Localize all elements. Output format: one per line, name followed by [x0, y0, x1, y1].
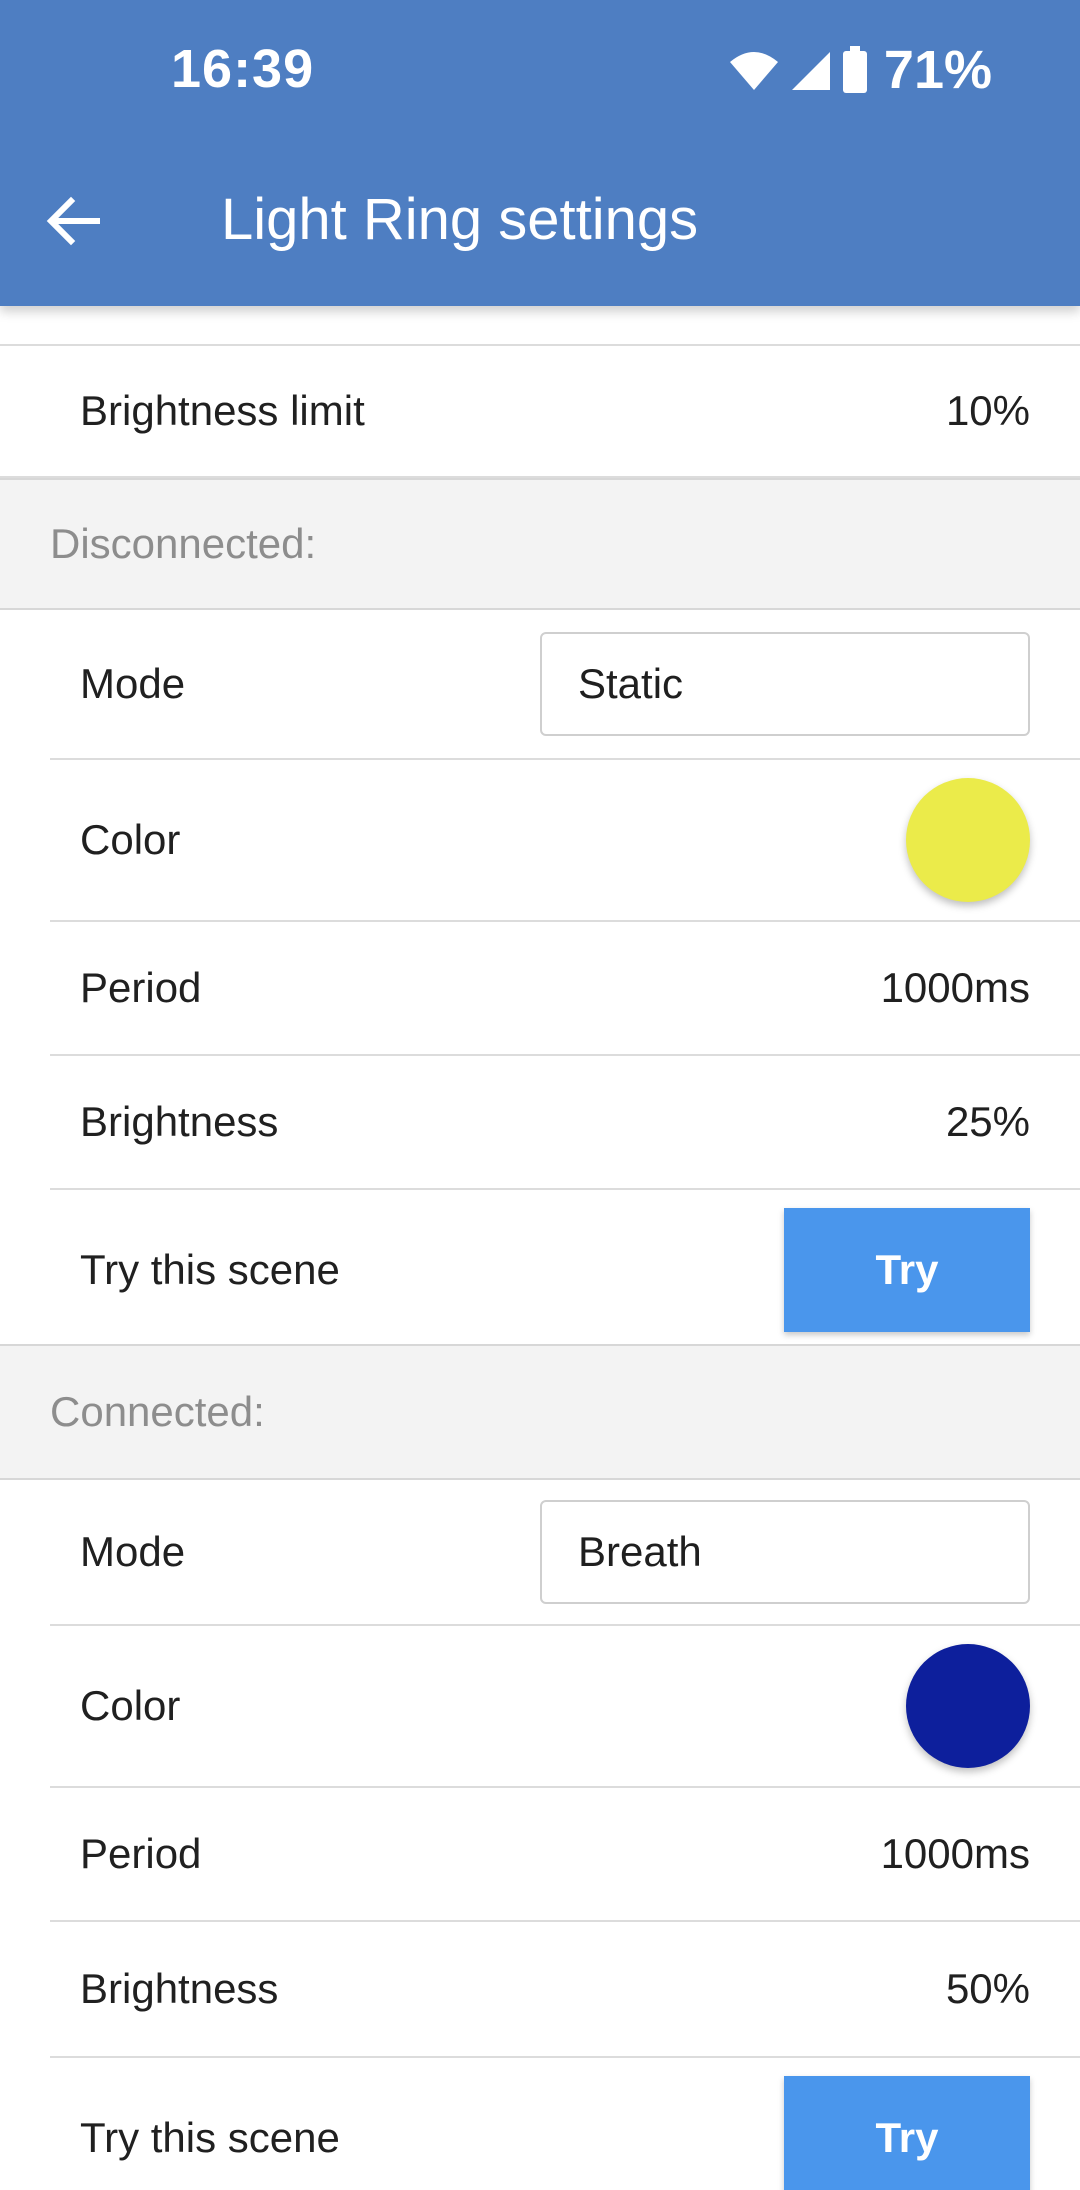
brightness-limit-label: Brightness limit	[80, 387, 365, 434]
disconnected-color-label: Color	[80, 816, 181, 863]
connected-try-button[interactable]: Try	[784, 2076, 1030, 2190]
settings-list[interactable]: Brightness limit 10% Disconnected: Mode …	[0, 306, 1080, 2190]
battery-percentage: 71%	[883, 40, 992, 100]
connected-mode-row: Mode Breath	[50, 1480, 1080, 1626]
disconnected-mode-row: Mode Static	[50, 610, 1080, 760]
signal-icon	[791, 52, 830, 90]
disconnected-period-row[interactable]: Period 1000ms	[50, 922, 1080, 1056]
disconnected-try-label: Try this scene	[80, 1246, 340, 1293]
disconnected-mode-select[interactable]: Static	[540, 632, 1030, 736]
disconnected-try-row: Try this scene Try	[50, 1190, 1080, 1350]
brightness-limit-value: 10%	[945, 387, 1030, 434]
disconnected-try-button[interactable]: Try	[784, 1208, 1030, 1332]
connected-brightness-row[interactable]: Brightness 50%	[50, 1922, 1080, 2058]
connected-period-label: Period	[80, 1830, 202, 1877]
list-top-divider	[0, 306, 1080, 346]
disconnected-period-value: 1000ms	[880, 964, 1030, 1011]
connected-mode-select[interactable]: Breath	[540, 1500, 1030, 1604]
connected-try-label: Try this scene	[80, 2114, 340, 2161]
battery-icon	[842, 46, 867, 93]
app-bar: 16:39 71% Light Ring settings	[0, 0, 1080, 306]
connected-try-row: Try this scene Try	[50, 2058, 1080, 2190]
back-button[interactable]	[36, 184, 110, 258]
section-header-disconnected: Disconnected:	[0, 478, 1080, 610]
page-title: Light Ring settings	[221, 187, 699, 252]
disconnected-brightness-value: 25%	[945, 1098, 1030, 1145]
status-icons: 71%	[728, 38, 992, 102]
status-time: 16:39	[171, 39, 315, 99]
section-header-connected: Connected:	[0, 1344, 1080, 1480]
disconnected-period-label: Period	[80, 964, 202, 1011]
disconnected-color-swatch[interactable]	[906, 778, 1030, 902]
connected-color-row: Color	[50, 1626, 1080, 1788]
connected-color-label: Color	[80, 1682, 181, 1729]
connected-brightness-label: Brightness	[80, 1965, 279, 2012]
connected-brightness-value: 50%	[945, 1965, 1030, 2012]
arrow-left-icon	[46, 196, 100, 246]
disconnected-color-row: Color	[50, 760, 1080, 922]
connected-color-swatch[interactable]	[906, 1644, 1030, 1768]
brightness-limit-row[interactable]: Brightness limit 10%	[0, 346, 1080, 478]
disconnected-brightness-row[interactable]: Brightness 25%	[50, 1056, 1080, 1190]
connected-period-value: 1000ms	[880, 1830, 1030, 1877]
disconnected-mode-label: Mode	[80, 660, 186, 707]
disconnected-brightness-label: Brightness	[80, 1098, 279, 1145]
wifi-icon	[729, 52, 778, 90]
connected-mode-label: Mode	[80, 1528, 186, 1575]
connected-period-row[interactable]: Period 1000ms	[50, 1788, 1080, 1922]
